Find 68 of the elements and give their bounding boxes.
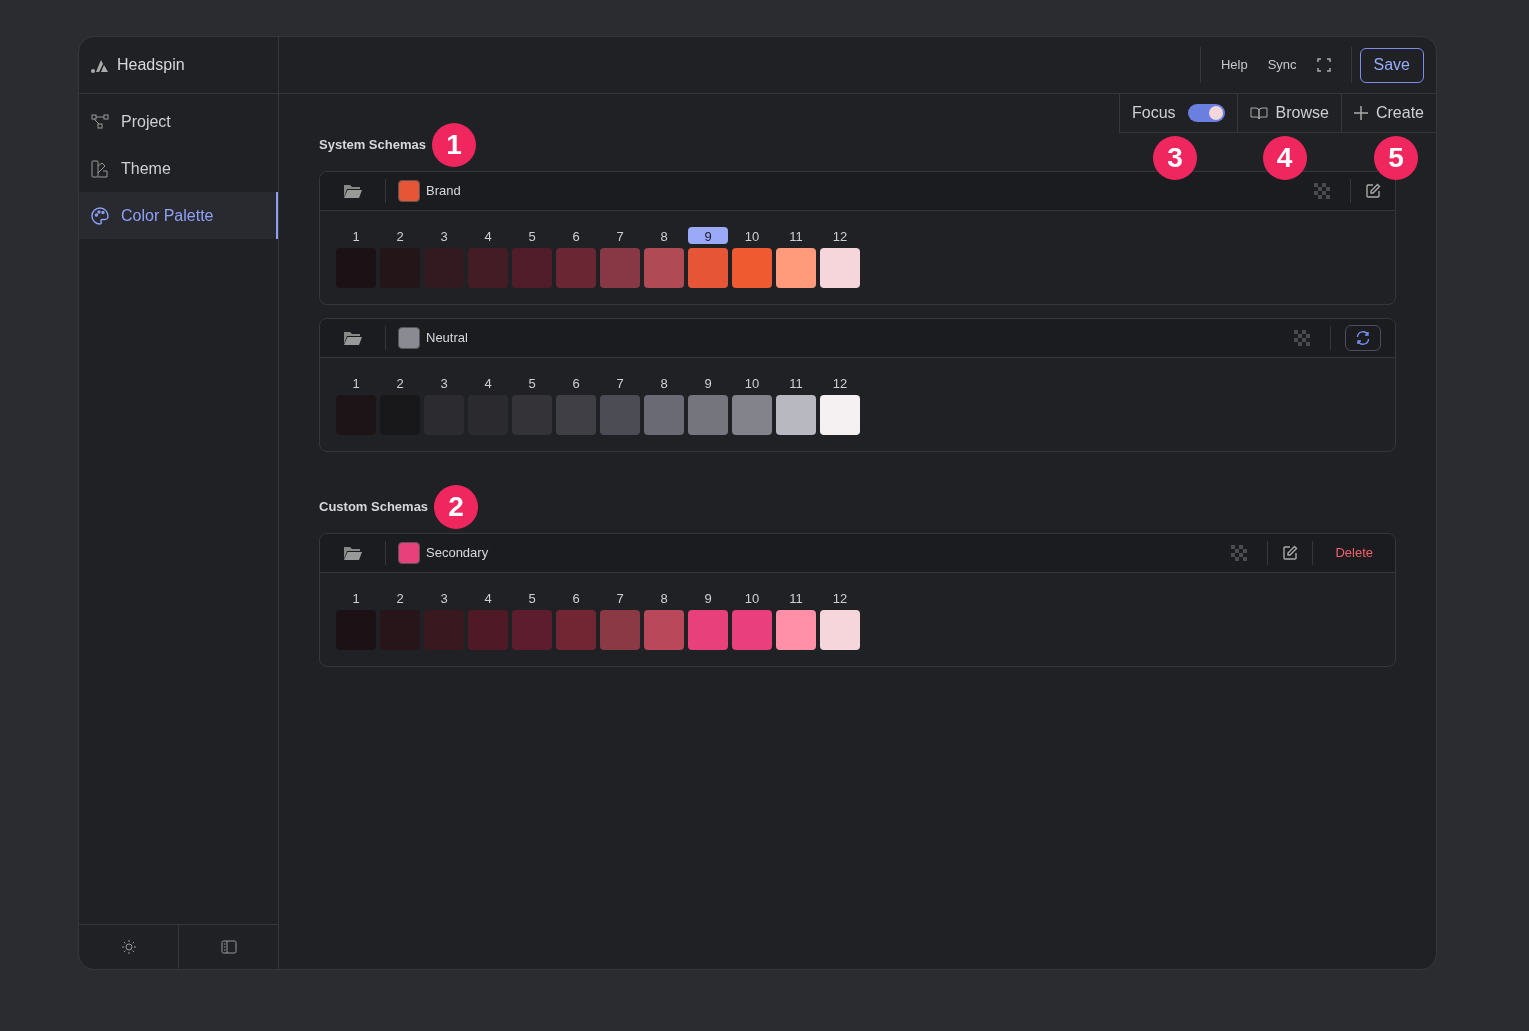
swatch-label: 12 xyxy=(831,375,849,391)
swatch-label: 10 xyxy=(743,590,761,606)
swatch-label: 10 xyxy=(743,228,761,244)
help-link[interactable]: Help xyxy=(1220,55,1248,75)
swatch-label: 7 xyxy=(615,228,625,244)
edit-icon[interactable] xyxy=(1282,545,1299,561)
swatch-label: 11 xyxy=(788,375,804,391)
callout-badge: 4 xyxy=(1262,136,1307,180)
swatch-label: 12 xyxy=(831,590,849,606)
swatch-label: 8 xyxy=(659,228,669,244)
book-icon xyxy=(1249,106,1268,120)
swatch-label: 4 xyxy=(483,228,493,244)
schema-name: Brand xyxy=(426,182,461,201)
delete-button[interactable]: Delete xyxy=(1327,543,1381,563)
swatch-label: 6 xyxy=(571,590,581,606)
focus-toggle[interactable] xyxy=(1187,104,1225,122)
edit-icon[interactable] xyxy=(1365,183,1381,199)
swatch-label: 2 xyxy=(395,228,405,244)
swatch-label: 11 xyxy=(788,228,804,244)
swatch-label: 10 xyxy=(743,375,761,391)
swatch-label: 12 xyxy=(831,228,849,244)
focus-label: Focus xyxy=(1132,103,1176,123)
callout-badge: 1 xyxy=(431,123,476,167)
swatch-label: 5 xyxy=(527,228,537,244)
swatch-label: 4 xyxy=(483,375,493,391)
swatch-label: 6 xyxy=(571,375,581,391)
app-name: Headspin xyxy=(117,55,185,75)
sidebar-panel-icon xyxy=(220,940,237,954)
sidebar-item[interactable]: Project xyxy=(79,98,278,145)
swatch-label: 2 xyxy=(395,375,405,391)
palette-icon xyxy=(91,206,109,225)
sync-button[interactable] xyxy=(1345,325,1381,351)
swatch-label: 5 xyxy=(527,375,537,391)
nodes-icon xyxy=(91,113,109,130)
section-title: Custom Schemas xyxy=(319,498,429,517)
swatch-label: 5 xyxy=(527,590,537,606)
swatch-label: 2 xyxy=(395,590,405,606)
swatch-label: 9 xyxy=(703,375,713,391)
swatch-label: 8 xyxy=(659,590,669,606)
callout-badge: 3 xyxy=(1153,136,1198,180)
swatchbook-icon xyxy=(91,159,109,178)
swatch-label: 3 xyxy=(439,375,449,391)
swatch-label: 3 xyxy=(439,590,449,606)
sidebar-item[interactable]: Theme xyxy=(79,145,278,192)
swatch-label: 7 xyxy=(615,375,625,391)
fullscreen-icon[interactable] xyxy=(1316,58,1331,72)
swatch-label: 6 xyxy=(571,228,581,244)
swatch-label: 1 xyxy=(351,590,361,606)
callout-badge: 5 xyxy=(1373,136,1418,180)
swatch-label: 4 xyxy=(483,590,493,606)
swatch-label: 1 xyxy=(351,375,361,391)
schema-name: Secondary xyxy=(426,544,489,563)
sidebar-item[interactable]: Color Palette xyxy=(79,192,278,239)
swatch-label: 7 xyxy=(615,590,625,606)
sun-icon xyxy=(120,939,137,955)
plus-icon xyxy=(1353,106,1368,120)
swatch-label: 1 xyxy=(351,228,361,244)
swatch-label: 3 xyxy=(439,228,449,244)
swatch-label: 9 xyxy=(703,590,713,606)
swatch-label: 11 xyxy=(788,590,804,606)
swatch-label: 8 xyxy=(659,375,669,391)
section-title: System Schemas xyxy=(319,136,426,155)
schema-name: Neutral xyxy=(426,329,468,348)
swatch-label: 9 xyxy=(688,227,728,244)
callout-badge: 2 xyxy=(434,485,479,529)
sync-icon xyxy=(1355,330,1371,346)
sync-link[interactable]: Sync xyxy=(1267,55,1297,75)
save-button[interactable]: Save xyxy=(1359,47,1424,83)
